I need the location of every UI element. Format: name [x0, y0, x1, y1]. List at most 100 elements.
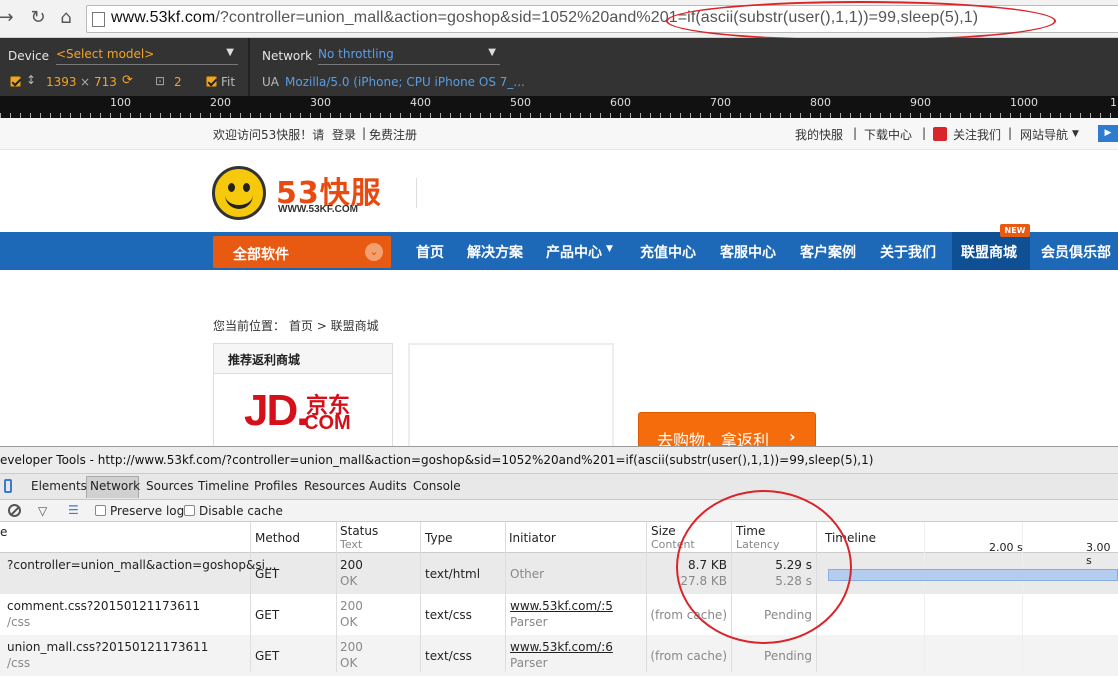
top-link-sitenav[interactable]: 网站导航 — [1020, 126, 1068, 143]
top-link-follow[interactable]: 关注我们 — [953, 126, 1001, 143]
reload-icon[interactable]: ↻ — [26, 6, 50, 30]
home-icon[interactable]: ⌂ — [54, 6, 78, 30]
login-link[interactable]: 登录 — [332, 126, 356, 143]
dock-icon[interactable] — [4, 479, 12, 493]
request-name[interactable]: comment.css?20150121173611 — [7, 599, 200, 613]
ua-label: UA — [262, 75, 279, 89]
nav-club[interactable]: 会员俱乐部 — [1041, 242, 1111, 262]
fit-label: Fit — [221, 75, 236, 89]
request-status: 200 — [340, 599, 363, 613]
device-emulation-bar: Device <Select model> ▼ Network No thrott… — [0, 38, 1118, 96]
table-header — [0, 522, 1118, 553]
request-status-text: OK — [340, 656, 358, 670]
nav-products[interactable]: 产品中心 — [546, 242, 602, 262]
tab-timeline[interactable]: Timeline — [198, 479, 249, 493]
filter-icon[interactable]: ▽ — [38, 504, 47, 518]
main-nav: 全部软件 ⌄ NEW 首页 解决方案 产品中心 ▼ 充值中心 客服中心 客户案例… — [0, 224, 1118, 270]
tab-profiles[interactable]: Profiles — [254, 479, 298, 493]
jd-com: COM — [304, 412, 351, 434]
divider — [248, 38, 250, 96]
nav-solutions[interactable]: 解决方案 — [467, 242, 523, 262]
top-link-download[interactable]: 下载中心 — [864, 126, 912, 143]
nav-recharge[interactable]: 充值中心 — [640, 242, 696, 262]
request-name[interactable]: ?controller=union_mall&action=goshop&si.… — [7, 558, 276, 572]
request-type: text/css — [425, 649, 472, 663]
timeline-mark: 2.00 s — [989, 541, 1023, 554]
initiator-link[interactable]: www.53kf.com/:6 — [510, 640, 613, 654]
play-icon[interactable]: ▶ — [1098, 125, 1118, 142]
preserve-log-checkbox[interactable] — [95, 505, 106, 516]
site-top-strip: 欢迎访问53快服！请 登录 | 免费注册 我的快服 | 下载中心 | 关注我们 … — [0, 118, 1118, 150]
request-initiator-sub: Parser — [510, 656, 548, 670]
width-input[interactable]: 1393 — [46, 75, 77, 89]
ruler-label: 300 — [310, 96, 331, 109]
ruler-label: 600 — [610, 96, 631, 109]
nav-service[interactable]: 客服中心 — [720, 242, 776, 262]
nav-union-mall[interactable]: 联盟商城 — [961, 242, 1017, 262]
col-method-header[interactable]: Method — [255, 531, 300, 545]
device-label: Device — [8, 49, 50, 63]
timeline-mark: 3.00 s — [1086, 541, 1111, 567]
top-link-my[interactable]: 我的快服 — [795, 126, 843, 143]
devtools-tab-bar: Elements Network Sources Timeline Profil… — [0, 474, 1118, 500]
ruler-label: 1000 — [1010, 96, 1038, 109]
col-size-header[interactable]: Size — [651, 524, 676, 538]
page-content: 您当前位置： 首页 > 联盟商城 推荐返利商城 JD. 京东 COM 去购物，拿… — [0, 270, 1118, 453]
timeline-waterfall-bar — [828, 569, 1118, 581]
initiator-link[interactable]: www.53kf.com/:5 — [510, 599, 613, 613]
network-request-table: e Method Status Text Type Initiator Size… — [0, 490, 1118, 676]
col-initiator-header[interactable]: Initiator — [509, 531, 556, 545]
col-type-header[interactable]: Type — [425, 531, 453, 545]
breadcrumb-home[interactable]: 首页 — [289, 319, 313, 333]
register-link[interactable]: 免费注册 — [369, 126, 417, 143]
tab-network[interactable]: Network — [90, 479, 140, 493]
request-method: GET — [255, 608, 280, 622]
request-path: /css — [7, 615, 31, 629]
height-input[interactable]: 713 — [94, 75, 117, 89]
fit-checkbox[interactable] — [206, 76, 217, 87]
resolution-icon: ↕ — [26, 73, 37, 87]
dropdown-arrow-icon: ▼ — [488, 47, 496, 58]
tab-resources[interactable]: Resources — [304, 479, 365, 493]
resolution-checkbox[interactable] — [10, 76, 21, 87]
forward-icon[interactable]: → — [0, 6, 18, 30]
ruler-label: 110 — [1110, 96, 1118, 109]
request-initiator: Other — [510, 567, 545, 581]
scale-input[interactable]: 2 — [174, 75, 182, 89]
swap-dimensions-icon[interactable]: ⟳ — [122, 73, 133, 88]
clear-icon[interactable] — [8, 504, 21, 517]
request-initiator-sub: Parser — [510, 615, 548, 629]
disable-cache-checkbox[interactable] — [184, 505, 195, 516]
request-status-text: OK — [340, 574, 358, 588]
top-link-sep: | — [922, 126, 927, 140]
breadcrumb-arrow: > — [316, 319, 327, 333]
ruler-label: 500 — [510, 96, 531, 109]
network-throttle-select[interactable]: No throttling ▼ — [318, 47, 500, 65]
tab-elements[interactable]: Elements — [31, 479, 87, 493]
nav-home[interactable]: 首页 — [416, 242, 444, 262]
request-name[interactable]: union_mall.css?20150121173611 — [7, 640, 208, 654]
devtools-title-bar: eveloper Tools - http://www.53kf.com/?co… — [0, 446, 1118, 474]
nav-cases[interactable]: 客户案例 — [800, 242, 856, 262]
request-status: 200 — [340, 558, 363, 572]
preserve-log-label: Preserve log — [110, 504, 185, 518]
request-type: text/css — [425, 608, 472, 622]
col-status-sub: Text — [340, 538, 363, 551]
nav-about[interactable]: 关于我们 — [880, 242, 936, 262]
device-model-select[interactable]: <Select model> ▼ — [56, 47, 238, 65]
all-software-button[interactable]: 全部软件 ⌄ — [213, 236, 391, 268]
list-view-icon[interactable]: ☰ — [68, 503, 79, 517]
request-status-text: OK — [340, 615, 358, 629]
all-software-label: 全部软件 — [233, 247, 289, 263]
col-status-header[interactable]: Status — [340, 524, 378, 538]
tab-audits[interactable]: Audits — [369, 479, 407, 493]
network-toolbar: ▽ ☰ Preserve log Disable cache — [0, 500, 1118, 522]
highlight-annotation — [676, 490, 852, 644]
tab-console[interactable]: Console — [413, 479, 461, 493]
ruler-label: 100 — [110, 96, 131, 109]
chevron-down-icon: ▼ — [1072, 129, 1079, 139]
tab-sources[interactable]: Sources — [146, 479, 193, 493]
col-name-header[interactable]: e — [0, 525, 7, 539]
top-link-sep: | — [853, 126, 858, 140]
user-agent-input[interactable]: Mozilla/5.0 (iPhone; CPU iPhone OS 7_... — [285, 75, 525, 89]
